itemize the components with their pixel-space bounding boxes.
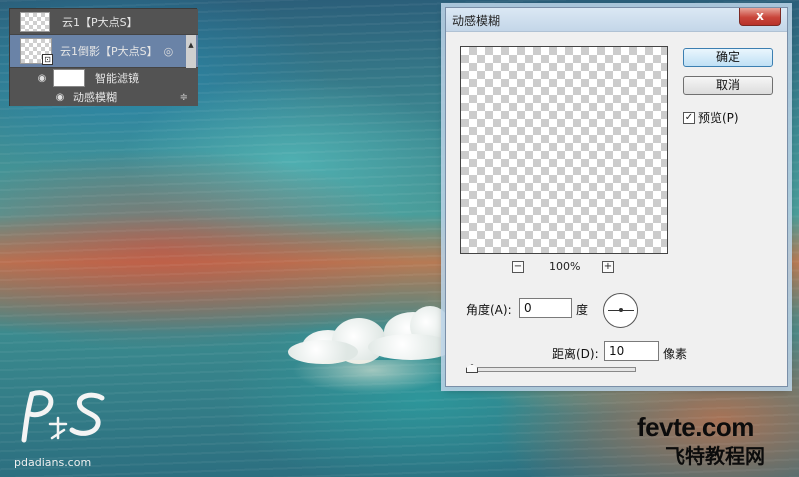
filter-name: 动感模糊 [73,91,117,104]
zoom-level: 100% [549,260,581,273]
dialog-titlebar[interactable]: 动感模糊 x [446,8,787,32]
layer-thumbnail [20,11,50,32]
distance-label: 距离(D): [552,347,599,361]
ps-website: pdadians.com [14,456,92,469]
ps-logo [21,390,105,443]
smart-filters-row[interactable]: ◉ 智能滤镜 [10,68,198,88]
zoom-out-button[interactable]: − [512,261,524,273]
zoom-in-button[interactable]: + [602,261,614,273]
angle-input[interactable] [519,298,572,318]
close-button[interactable]: x [739,8,781,26]
fevte-chinese-name: 飞特教程网 [665,444,765,468]
angle-dial[interactable] [603,293,638,328]
angle-label: 角度(A): [466,303,512,317]
fevte-logo-text: fevte.com [637,412,754,442]
smart-filter-link-icon: ◎ [163,44,174,58]
layer-name: 云1倒影【P大点S】 [60,45,158,58]
eye-icon[interactable]: ◉ [53,92,67,103]
preview-checkbox-label: 预览(P) [698,111,739,125]
dialog-title: 动感模糊 [452,14,501,28]
eye-icon[interactable]: ◉ [35,73,49,84]
filter-mask-thumbnail[interactable] [53,69,85,87]
layer-row-cloud-reflection[interactable]: ⊡ 云1倒影【P大点S】 ◎ [10,35,198,68]
motion-blur-dialog: 动感模糊 x − 100% + 确定 取消 ✓ 预览(P) 角度(A): 度 距… [445,7,788,387]
layers-panel: 云1【P大点S】 ⊡ 云1倒影【P大点S】 ◎ ▲ ◉ 智能滤镜 ◉ 动感模糊 … [9,8,198,106]
cancel-button[interactable]: 取消 [683,76,773,95]
scroll-up-arrow-icon[interactable]: ▲ [186,35,196,68]
smart-object-thumbnail: ⊡ [20,38,53,65]
angle-unit: 度 [576,303,589,317]
cloud-image [288,304,458,368]
cloud-reflection [292,360,452,394]
distance-input[interactable] [604,341,659,361]
distance-slider-track[interactable] [468,367,636,372]
filter-options-icon[interactable]: ≑ [180,92,188,103]
layer-row-cloud[interactable]: 云1【P大点S】 [10,9,198,35]
preview-option[interactable]: ✓ 预览(P) [683,109,739,126]
distance-slider-handle[interactable] [466,364,478,373]
layer-name: 云1【P大点S】 [62,15,138,29]
preview-pane[interactable] [460,46,668,254]
angle-dial-center [619,308,623,312]
smart-object-icon: ⊡ [42,54,53,65]
ok-button[interactable]: 确定 [683,48,773,67]
distance-unit: 像素 [663,347,688,361]
preview-checkbox[interactable]: ✓ [683,111,695,124]
filter-row-motion-blur[interactable]: ◉ 动感模糊 ≑ [10,88,198,106]
smart-filters-label: 智能滤镜 [95,72,139,85]
